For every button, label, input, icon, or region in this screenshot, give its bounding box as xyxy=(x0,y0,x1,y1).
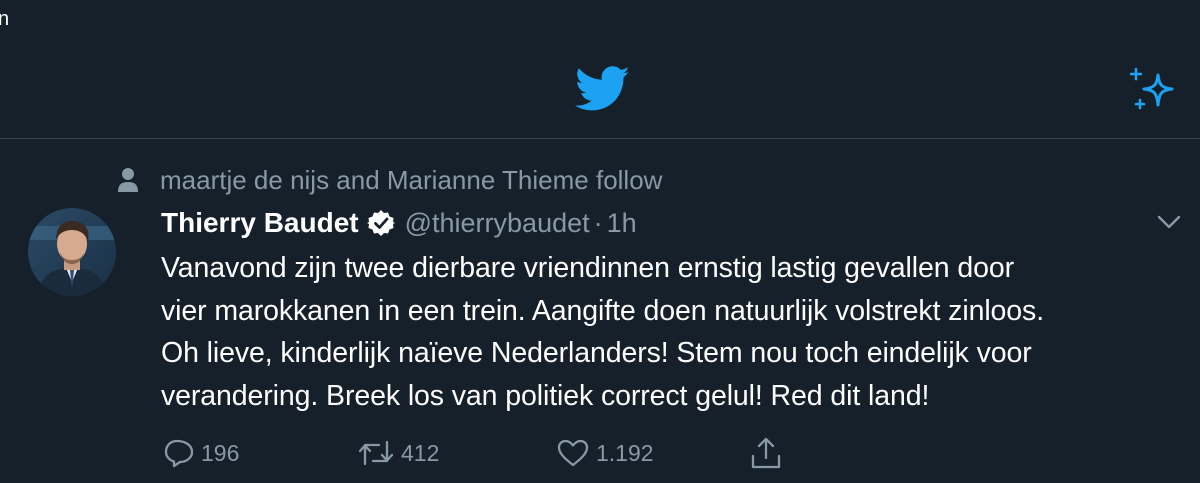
timestamp[interactable]: 1h xyxy=(607,208,637,239)
author-handle[interactable]: @thierrybaudet xyxy=(405,208,590,239)
tweet-text: Vanavond zijn twee dierbare vriendinnen … xyxy=(161,247,1191,417)
retweet-count: 412 xyxy=(401,439,440,466)
social-context: maartje de nijs and Marianne Thieme foll… xyxy=(116,165,662,195)
social-context-text: maartje de nijs and Marianne Thieme foll… xyxy=(160,164,663,195)
tweet-text-line: vier marokkanen in een trein. Aangifte d… xyxy=(161,294,1045,327)
tweet-text-line: verandering. Breek los van politiek corr… xyxy=(161,379,930,412)
share-icon xyxy=(751,437,781,469)
retweet-icon xyxy=(358,440,394,466)
reply-count: 196 xyxy=(201,439,240,466)
like-count: 1.192 xyxy=(596,439,654,466)
top-header xyxy=(0,0,1200,139)
tweet-actions: 196 412 1.192 xyxy=(161,435,1161,471)
avatar-image xyxy=(28,208,116,296)
tweet-text-line: Vanavond zijn twee dierbare vriendinnen … xyxy=(161,252,1014,284)
app-frame: n maartje de nijs and Marianne Thieme fo… xyxy=(0,0,1200,483)
chevron-down-icon[interactable] xyxy=(1156,213,1182,231)
twitter-bird-icon[interactable] xyxy=(575,66,631,112)
like-button[interactable]: 1.192 xyxy=(556,435,654,471)
heart-icon xyxy=(557,439,589,467)
tweet-text-line: Oh lieve, kinderlijk naïeve Nederlanders… xyxy=(161,337,1032,369)
sparkle-icon[interactable] xyxy=(1128,67,1178,111)
person-icon xyxy=(118,168,138,192)
separator-dot: · xyxy=(593,207,603,238)
reply-icon xyxy=(164,439,194,468)
share-button[interactable] xyxy=(749,435,789,471)
reply-button[interactable]: 196 xyxy=(163,435,239,471)
avatar[interactable] xyxy=(28,208,116,296)
author-name[interactable]: Thierry Baudet xyxy=(161,207,359,239)
retweet-button[interactable]: 412 xyxy=(357,435,439,471)
tweet-header: Thierry Baudet @thierrybaudet · 1h xyxy=(161,205,637,241)
tweet-card[interactable]: maartje de nijs and Marianne Thieme foll… xyxy=(0,139,1200,483)
verified-badge-icon xyxy=(366,210,395,236)
